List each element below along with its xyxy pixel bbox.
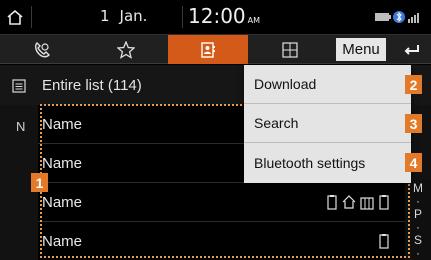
row-icons xyxy=(378,234,390,249)
tab-contacts[interactable] xyxy=(168,35,248,64)
back-arrow-icon xyxy=(404,44,419,55)
callout-badge-1: 1 xyxy=(31,173,48,192)
list-icon xyxy=(12,79,26,93)
contact-name: Name xyxy=(42,155,83,172)
clock: 12:00 AM xyxy=(188,4,260,28)
contacts-icon xyxy=(201,41,215,58)
clock-time: 12:00 xyxy=(188,4,246,28)
menu-item-search[interactable]: Search xyxy=(244,104,411,143)
home-icon xyxy=(7,9,23,25)
date-day: 1 xyxy=(100,7,110,25)
favorites-star-icon xyxy=(117,40,135,59)
tab-dialpad[interactable] xyxy=(248,35,332,64)
tab-favorites[interactable] xyxy=(84,35,168,64)
row-icons xyxy=(326,195,390,210)
mobile-phone-icon xyxy=(379,234,389,249)
battery-icon xyxy=(375,13,391,21)
divider xyxy=(182,6,183,28)
status-bar: 1 Jan. 12:00 AM xyxy=(0,0,431,34)
contact-name: Name xyxy=(42,116,83,133)
alphabet-index[interactable]: M · P · S · V xyxy=(405,180,431,260)
other-phone-icon xyxy=(379,195,389,210)
contact-name: Name xyxy=(42,233,83,250)
menu-item-bluetooth-settings[interactable]: Bluetooth settings xyxy=(244,143,411,182)
tab-call-log[interactable] xyxy=(0,35,84,64)
tab-bar: Menu xyxy=(0,34,431,64)
clock-ampm: AM xyxy=(247,16,261,25)
dialpad-icon xyxy=(282,41,298,58)
list-item[interactable]: Name xyxy=(38,222,410,260)
bluetooth-icon xyxy=(393,11,405,23)
status-icons xyxy=(375,11,419,23)
menu-dropdown: Download Search Bluetooth settings xyxy=(244,65,411,183)
back-button[interactable] xyxy=(392,35,431,64)
callout-badge-4: 4 xyxy=(405,153,422,172)
date-month: Jan. xyxy=(119,7,148,25)
home-button[interactable] xyxy=(0,0,30,34)
index-letter: N xyxy=(16,119,26,134)
home-phone-icon xyxy=(342,195,356,209)
office-phone-icon xyxy=(360,197,374,210)
list-header-label: Entire list (114) xyxy=(42,77,142,94)
date-display: 1 Jan. xyxy=(100,7,147,25)
menu-item-download[interactable]: Download xyxy=(244,65,411,104)
menu-button[interactable]: Menu xyxy=(336,38,386,61)
callout-badge-2: 2 xyxy=(405,75,422,94)
signal-icon xyxy=(408,13,419,23)
list-item[interactable]: Name xyxy=(38,183,410,222)
callout-badge-3: 3 xyxy=(405,114,422,133)
mobile-phone-icon xyxy=(327,195,337,210)
divider xyxy=(31,6,32,28)
contact-name: Name xyxy=(42,194,83,211)
call-log-icon xyxy=(34,41,50,57)
